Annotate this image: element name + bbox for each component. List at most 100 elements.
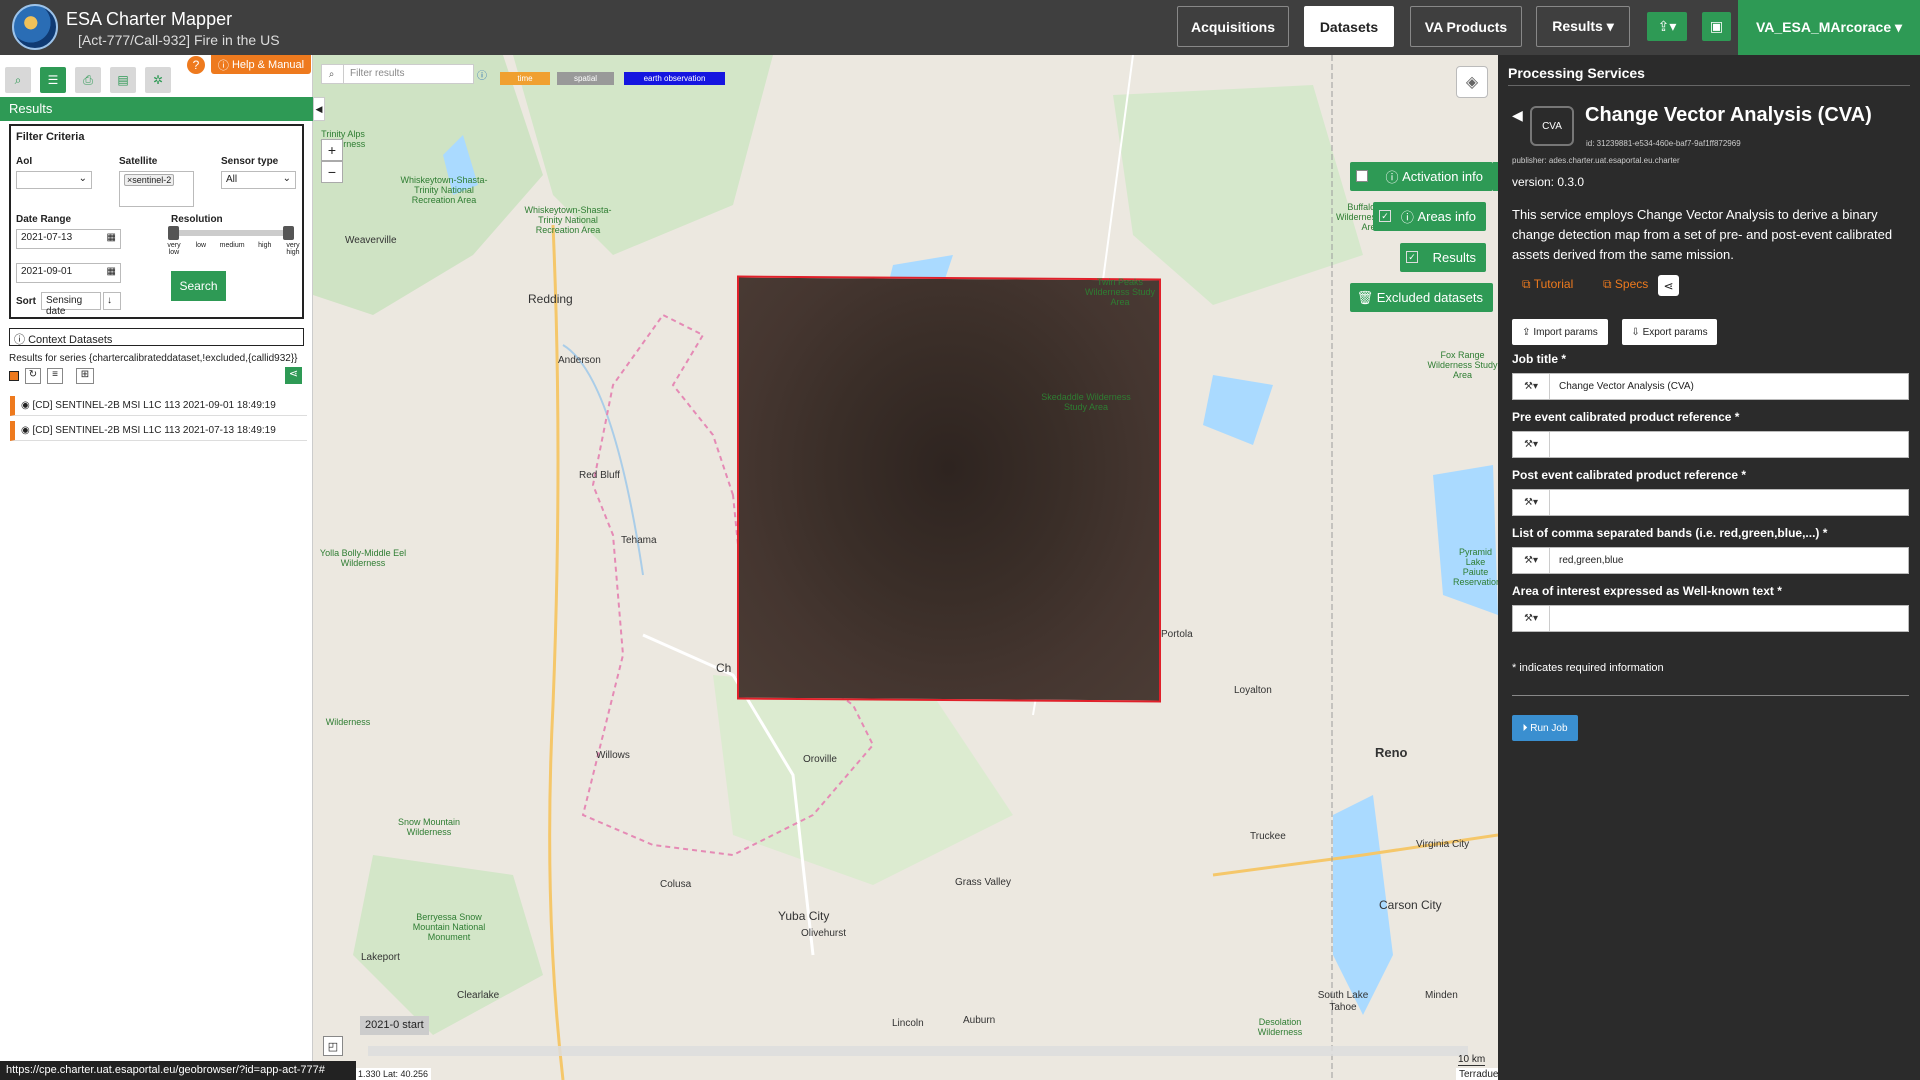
place-label: Truckee: [1250, 831, 1286, 842]
checkbox-checked-icon[interactable]: ✓: [1406, 251, 1418, 263]
magic-wand-icon[interactable]: ⚒▾: [1513, 548, 1550, 573]
sensor-value: All: [226, 174, 238, 185]
button-label: Results: [1432, 250, 1476, 265]
tab-results[interactable]: Results ▾: [1536, 6, 1630, 47]
date-to-input[interactable]: 2021-09-01 ▦: [16, 263, 121, 283]
specs-link[interactable]: ⧉ Specs: [1603, 277, 1648, 292]
list-item[interactable]: ◉ [CD] SENTINEL-2B MSI L1C 113 2021-07-1…: [10, 421, 307, 441]
earth-observation-tag[interactable]: earth observation: [624, 72, 725, 85]
collapse-left-icon[interactable]: ◀: [313, 97, 325, 121]
areas-info-button[interactable]: ✓ ⓘ Areas info: [1373, 202, 1486, 231]
bookmark-icon[interactable]: ▤: [110, 67, 136, 93]
satellite-imagery-footprint[interactable]: [737, 275, 1161, 703]
search-button[interactable]: Search: [171, 271, 226, 301]
sensor-select[interactable]: All ⌄: [221, 171, 296, 189]
tab-datasets[interactable]: Datasets: [1304, 6, 1394, 47]
map-view[interactable]: Redding Anderson Red Bluff Tehama Willow…: [313, 55, 1498, 1080]
time-tag[interactable]: time: [500, 72, 550, 85]
search-icon[interactable]: ⌕: [5, 67, 31, 93]
protected-area-label: Berryessa Snow Mountain National Monumen…: [412, 912, 486, 942]
run-job-button[interactable]: ⏵ Run Job: [1512, 715, 1578, 741]
calendar-icon[interactable]: ▦: [107, 232, 116, 243]
satellite-chip[interactable]: ×sentinel-2: [124, 174, 175, 186]
res-tick: very high: [286, 242, 300, 256]
aoi-label: AoI: [16, 156, 33, 167]
protected-area-label: Pyramid Lake Paiute Reservation: [1453, 547, 1498, 587]
list-item-label: [CD] SENTINEL-2B MSI L1C 113 2021-09-01 …: [32, 400, 276, 411]
date-from-input[interactable]: 2021-07-13 ▦: [16, 229, 121, 249]
sort-select[interactable]: Sensing date: [41, 292, 101, 317]
gear-icon[interactable]: ✲: [145, 67, 171, 93]
checkbox-checked-icon[interactable]: ✓: [1379, 210, 1391, 222]
refresh-icon[interactable]: ↻: [25, 368, 41, 384]
back-icon[interactable]: ◀: [1512, 107, 1523, 124]
activation-title: [Act-777/Call-932] Fire in the US: [78, 32, 280, 48]
field-label-pre-event: Pre event calibrated product reference *: [1512, 410, 1740, 424]
place-label: Yuba City: [778, 909, 830, 923]
app-title: ESA Charter Mapper: [66, 9, 233, 29]
place-label: South Lake Tahoe: [1317, 990, 1369, 1013]
info-icon[interactable]: ⓘ: [477, 67, 487, 82]
help-manual-button[interactable]: ⓘ Help & Manual: [211, 55, 311, 74]
export-params-button[interactable]: ⇩ Export params: [1622, 319, 1717, 345]
timeline-toggle-icon[interactable]: ◰: [323, 1036, 343, 1056]
layers-icon[interactable]: ◈: [1456, 66, 1488, 98]
magic-wand-icon[interactable]: ⚒▾: [1513, 606, 1550, 631]
share-icon[interactable]: ⋖: [285, 367, 302, 384]
map-filter-input[interactable]: ⌕ Filter results ⓘ: [321, 64, 487, 84]
question-icon[interactable]: ?: [187, 56, 205, 74]
import-params-button[interactable]: ⇪ Import params: [1512, 319, 1608, 345]
aoi-wkt-input[interactable]: ⚒▾: [1512, 605, 1909, 632]
satellite-select[interactable]: ×sentinel-2: [119, 171, 194, 207]
post-event-input[interactable]: ⚒▾: [1512, 489, 1909, 516]
select-all-checkbox[interactable]: [9, 371, 19, 381]
magic-wand-icon[interactable]: ⚒▾: [1513, 374, 1550, 399]
export-dropdown-icon[interactable]: ⇪▾: [1647, 12, 1687, 41]
tab-acquisitions[interactable]: Acquisitions: [1177, 6, 1289, 47]
list-icon[interactable]: ≡: [47, 368, 63, 384]
calendar-icon[interactable]: ▦: [107, 266, 116, 277]
place-label: Weaverville: [345, 235, 397, 246]
field-label-post-event: Post event calibrated product reference …: [1512, 468, 1747, 482]
magic-wand-icon[interactable]: ⚒▾: [1513, 490, 1550, 515]
help-label: Help & Manual: [231, 58, 305, 71]
results-button[interactable]: ✓ Results: [1400, 243, 1486, 272]
bands-value: red,green,blue: [1559, 555, 1624, 566]
job-title-input[interactable]: ⚒▾ Change Vector Analysis (CVA): [1512, 373, 1909, 400]
checkbox[interactable]: [1356, 170, 1368, 182]
divider: [1508, 85, 1910, 86]
field-label-bands: List of comma separated bands (i.e. red,…: [1512, 526, 1828, 540]
user-menu[interactable]: VA_ESA_MArcorace ▾: [1738, 0, 1920, 55]
context-datasets-header[interactable]: ⓘ Context Datasets: [9, 328, 304, 346]
list-icon[interactable]: ☰: [40, 67, 66, 93]
bands-input[interactable]: ⚒▾ red,green,blue: [1512, 547, 1909, 574]
activation-info-button[interactable]: ⓘ Activation info: [1350, 162, 1493, 191]
share-icon[interactable]: ⋖: [1658, 275, 1679, 296]
timeline-label: 2021-0 start: [360, 1016, 429, 1035]
resolution-slider[interactable]: [168, 226, 294, 240]
briefcase-icon[interactable]: ▣: [1702, 12, 1731, 41]
zoom-in-button[interactable]: +: [321, 139, 343, 161]
aoi-select[interactable]: ⌄: [16, 171, 92, 189]
service-description: This service employs Change Vector Analy…: [1512, 207, 1893, 262]
place-label: Grass Valley: [955, 877, 1011, 888]
esa-logo-icon[interactable]: [12, 4, 58, 50]
context-title: Context Datasets: [28, 334, 113, 346]
scale-bar: 10 km: [1458, 1054, 1486, 1066]
pre-event-input[interactable]: ⚒▾: [1512, 431, 1909, 458]
info-icon: ⓘ: [1400, 210, 1418, 225]
print-icon[interactable]: ⎙: [75, 67, 101, 93]
basket-icon[interactable]: ⊞: [76, 368, 94, 384]
arrow-down-icon[interactable]: ↓: [103, 292, 121, 310]
slider-handle-min[interactable]: [168, 226, 179, 240]
magic-wand-icon[interactable]: ⚒▾: [1513, 432, 1550, 457]
processing-services-panel: Processing Services ◀ CVA Change Vector …: [1498, 55, 1920, 1080]
zoom-out-button[interactable]: −: [321, 161, 343, 183]
excluded-datasets-button[interactable]: 🗑 Excluded datasets: [1350, 283, 1493, 312]
tutorial-link[interactable]: ⧉ Tutorial: [1522, 277, 1573, 292]
list-item[interactable]: ◉ [CD] SENTINEL-2B MSI L1C 113 2021-09-0…: [10, 396, 307, 416]
tab-va-products[interactable]: VA Products: [1410, 6, 1522, 47]
timeline-bar[interactable]: [368, 1046, 1468, 1056]
slider-handle-max[interactable]: [283, 226, 294, 240]
spatial-tag[interactable]: spatial: [557, 72, 614, 85]
